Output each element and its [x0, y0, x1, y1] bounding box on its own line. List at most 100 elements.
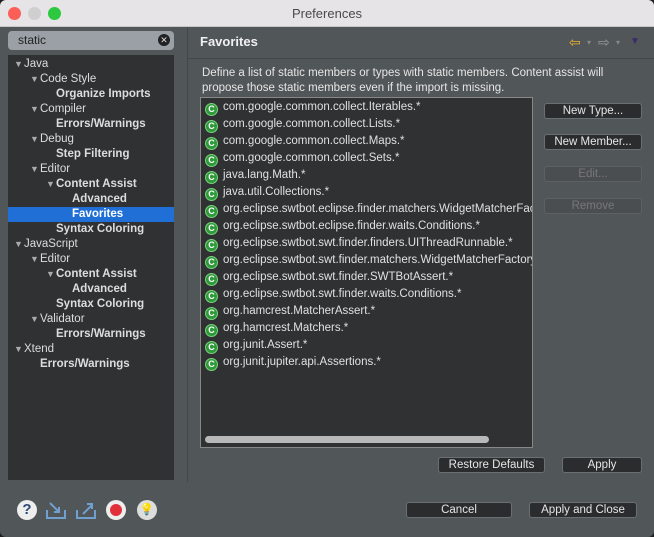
minimize-window-button[interactable] — [28, 7, 41, 20]
divider — [187, 27, 188, 482]
forward-dropdown-icon[interactable]: ▾ — [616, 38, 620, 47]
export-icon[interactable] — [75, 500, 96, 520]
tree-item[interactable]: Advanced — [8, 192, 174, 207]
expand-arrow-icon[interactable]: ▼ — [30, 132, 40, 147]
list-item[interactable]: Corg.eclipse.swtbot.swt.finder.SWTBotAss… — [201, 269, 532, 286]
expand-arrow-icon[interactable]: ▼ — [30, 162, 40, 177]
tree-item[interactable]: Errors/Warnings — [8, 327, 174, 342]
title-bar: Preferences — [0, 0, 654, 27]
list-item[interactable]: Corg.junit.jupiter.api.Assertions.* — [201, 354, 532, 371]
tree-item[interactable]: Favorites — [8, 207, 174, 222]
apply-button[interactable]: Apply — [562, 457, 642, 473]
lightbulb-icon[interactable]: 💡 — [137, 500, 157, 520]
class-icon: C — [205, 137, 218, 150]
clear-filter-icon[interactable]: ✕ — [158, 34, 170, 46]
expand-arrow-icon[interactable]: ▼ — [30, 252, 40, 267]
forward-arrow-icon[interactable]: ⇨ — [598, 34, 610, 51]
help-icon[interactable]: ? — [17, 500, 37, 520]
tree-item-label: Content Assist — [56, 178, 137, 190]
tree-item[interactable]: Organize Imports — [8, 87, 174, 102]
expand-arrow-icon[interactable]: ▼ — [14, 57, 24, 72]
view-menu-icon[interactable]: ▼ — [630, 36, 640, 47]
page-title: Favorites — [200, 34, 258, 49]
filter-input[interactable]: static ✕ — [8, 31, 174, 50]
tree-item[interactable]: ▼Content Assist — [8, 177, 174, 192]
list-item[interactable]: Cjava.lang.Math.* — [201, 167, 532, 184]
favorite-label: org.junit.Assert.* — [223, 339, 308, 351]
tree-item[interactable]: ▼Java — [8, 57, 174, 72]
tree-item[interactable]: ▼Code Style — [8, 72, 174, 87]
favorites-list[interactable]: Ccom.google.common.collect.Iterables.* Cc… — [200, 97, 533, 448]
tree-item-label: Java — [24, 58, 49, 70]
tree-item-label: Errors/Warnings — [56, 328, 146, 340]
tree-item[interactable]: ▼Debug — [8, 132, 174, 147]
header-divider — [188, 58, 654, 59]
tree-item[interactable]: ▼Xtend — [8, 342, 174, 357]
tree-item-label: Compiler — [40, 103, 87, 115]
list-item[interactable]: Corg.eclipse.swtbot.swt.finder.finders.U… — [201, 235, 532, 252]
expand-arrow-icon[interactable]: ▼ — [14, 237, 24, 252]
favorite-label: com.google.common.collect.Maps.* — [223, 135, 405, 147]
apply-and-close-button[interactable]: Apply and Close — [529, 502, 637, 518]
list-item[interactable]: Corg.eclipse.swtbot.eclipse.finder.match… — [201, 201, 532, 218]
back-arrow-icon[interactable]: ⇦ — [569, 34, 581, 51]
tree-item[interactable]: Errors/Warnings — [8, 357, 174, 372]
class-icon: C — [205, 188, 218, 201]
tree-item-label: JavaScript — [24, 238, 78, 250]
import-icon[interactable] — [45, 500, 66, 520]
class-icon: C — [205, 154, 218, 167]
list-item[interactable]: Ccom.google.common.collect.Lists.* — [201, 116, 532, 133]
expand-arrow-icon[interactable]: ▼ — [30, 102, 40, 117]
list-item[interactable]: Corg.eclipse.swtbot.swt.finder.matchers.… — [201, 252, 532, 269]
new-member-button[interactable]: New Member... — [544, 134, 642, 150]
favorite-label: com.google.common.collect.Sets.* — [223, 152, 400, 164]
class-icon: C — [205, 358, 218, 371]
class-icon: C — [205, 120, 218, 133]
tree-item[interactable]: Syntax Coloring — [8, 297, 174, 312]
list-item[interactable]: Ccom.google.common.collect.Iterables.* — [201, 99, 532, 116]
favorite-label: org.hamcrest.Matchers.* — [223, 322, 349, 334]
tree-item-label: Validator — [40, 313, 85, 325]
expand-arrow-icon[interactable]: ▼ — [46, 177, 56, 192]
new-type-button[interactable]: New Type... — [544, 103, 642, 119]
tree-item-label: Organize Imports — [56, 88, 151, 100]
list-item[interactable]: Ccom.google.common.collect.Maps.* — [201, 133, 532, 150]
list-item[interactable]: Cjava.util.Collections.* — [201, 184, 532, 201]
preferences-window: Preferences static ✕ ▼Java ▼Code Style Org… — [0, 0, 654, 537]
close-window-button[interactable] — [8, 7, 21, 20]
tree-item[interactable]: ▼Compiler — [8, 102, 174, 117]
edit-button[interactable]: Edit... — [544, 166, 642, 182]
expand-arrow-icon[interactable]: ▼ — [14, 342, 24, 357]
zoom-window-button[interactable] — [48, 7, 61, 20]
tree-item[interactable]: Advanced — [8, 282, 174, 297]
list-item[interactable]: Corg.eclipse.swtbot.eclipse.finder.waits… — [201, 218, 532, 235]
list-item[interactable]: Corg.hamcrest.MatcherAssert.* — [201, 303, 532, 320]
remove-button[interactable]: Remove — [544, 198, 642, 214]
favorite-label: com.google.common.collect.Iterables.* — [223, 101, 421, 113]
list-item[interactable]: Corg.eclipse.swtbot.swt.finder.waits.Con… — [201, 286, 532, 303]
tree-item[interactable]: ▼Editor — [8, 162, 174, 177]
tree-item[interactable]: ▼Validator — [8, 312, 174, 327]
list-item[interactable]: Ccom.google.common.collect.Sets.* — [201, 150, 532, 167]
page-description: Define a list of static members or types… — [202, 67, 604, 94]
record-icon[interactable] — [106, 500, 126, 520]
tree-item[interactable]: Errors/Warnings — [8, 117, 174, 132]
tree-item[interactable]: Syntax Coloring — [8, 222, 174, 237]
expand-arrow-icon[interactable]: ▼ — [30, 72, 40, 87]
class-icon: C — [205, 256, 218, 269]
back-dropdown-icon[interactable]: ▾ — [587, 38, 591, 47]
favorite-label: java.lang.Math.* — [223, 169, 306, 181]
preference-tree[interactable]: ▼Java ▼Code Style Organize Imports ▼Compile… — [8, 55, 174, 480]
horizontal-scrollbar[interactable] — [205, 436, 489, 443]
tree-item[interactable]: Step Filtering — [8, 147, 174, 162]
tree-item[interactable]: ▼Content Assist — [8, 267, 174, 282]
list-item[interactable]: Corg.junit.Assert.* — [201, 337, 532, 354]
list-item[interactable]: Corg.hamcrest.Matchers.* — [201, 320, 532, 337]
tree-item[interactable]: ▼JavaScript — [8, 237, 174, 252]
cancel-button[interactable]: Cancel — [406, 502, 512, 518]
expand-arrow-icon[interactable]: ▼ — [46, 267, 56, 282]
tree-item[interactable]: ▼Editor — [8, 252, 174, 267]
restore-defaults-button[interactable]: Restore Defaults — [438, 457, 545, 473]
tree-item-label: Xtend — [24, 343, 55, 355]
expand-arrow-icon[interactable]: ▼ — [30, 312, 40, 327]
